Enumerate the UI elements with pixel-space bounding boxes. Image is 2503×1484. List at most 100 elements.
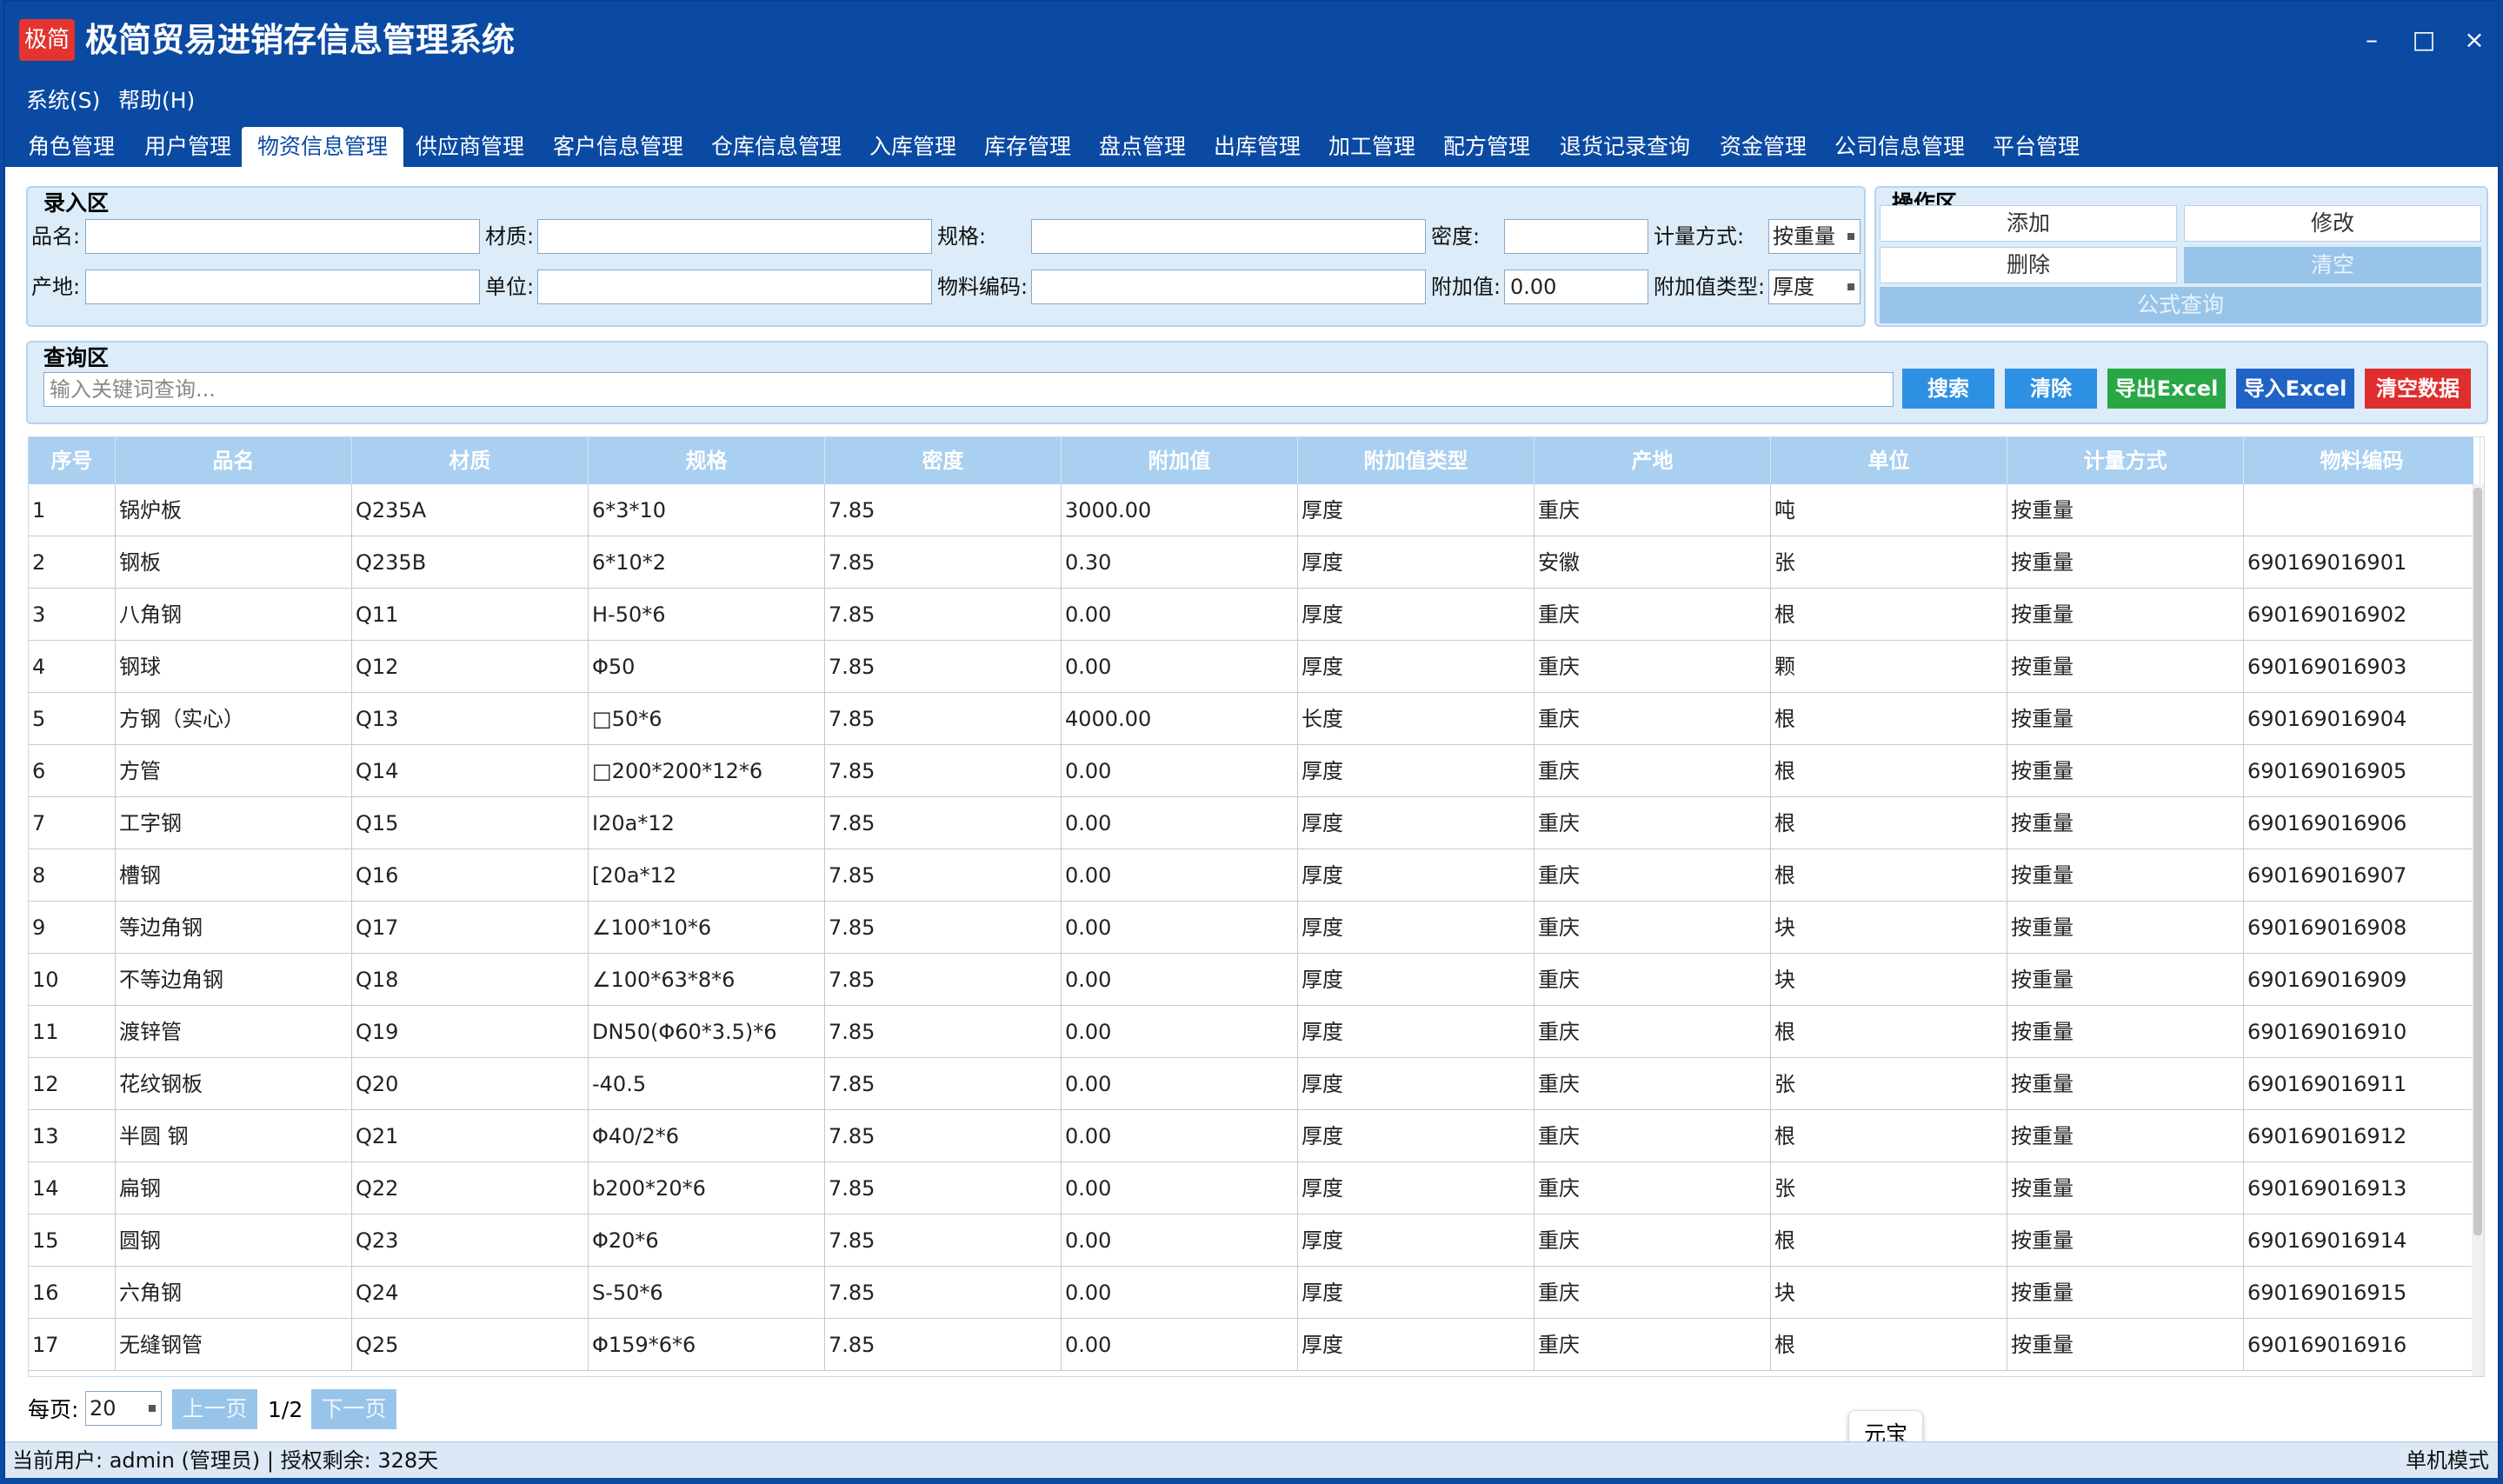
tab-role-management[interactable]: 角色管理 (12, 127, 130, 167)
entry-group-title: 录入区 (43, 190, 110, 216)
table-cell: 690169016912 (2244, 1110, 2480, 1162)
column-header[interactable]: 密度 (825, 437, 1062, 484)
tab-outbound[interactable]: 出库管理 (1198, 127, 1316, 167)
tab-supplier-management[interactable]: 供应商管理 (400, 127, 540, 167)
column-header[interactable]: 材质 (352, 437, 589, 484)
title-bar: 极简 极简贸易进销存信息管理系统 – □ × (5, 2, 2498, 78)
materials-table[interactable]: 序号 品名 材质 规格 密度 附加值 附加值类型 产地 单位 计量方式 物料编码 1 锅炉板 Q235A… (28, 436, 2485, 1377)
edit-button[interactable]: 修改 (2184, 205, 2481, 242)
table-cell: 张 (1771, 536, 2007, 589)
column-header[interactable]: 单位 (1771, 437, 2007, 484)
spec-input[interactable] (1031, 219, 1426, 254)
table-cell: 12 (29, 1058, 116, 1110)
search-button[interactable]: 搜索 (1902, 369, 1994, 409)
name-input[interactable] (85, 219, 480, 254)
table-row[interactable]: 9 等边角钢 Q17 ∠100*10*6 7.85 0.00 厚度 重庆块按重量 6901690… (29, 902, 2480, 954)
app-title: 极简贸易进销存信息管理系统 (85, 21, 516, 59)
table-cell: 厚度 (1298, 1267, 1534, 1319)
table-row[interactable]: 6 方管 Q14 □200*200*12*6 7.85 0.00 厚度 重庆根按重量 69016… (29, 745, 2480, 797)
tab-formula[interactable]: 配方管理 (1428, 127, 1546, 167)
add-button[interactable]: 添加 (1880, 205, 2177, 242)
table-row[interactable]: 1 锅炉板 Q235A 6*3*10 7.85 3000.00 厚度 重庆吨按重量 (29, 484, 2480, 536)
addval-input[interactable]: 0.00 (1504, 270, 1648, 304)
prev-page-button[interactable]: 上一页 (172, 1389, 257, 1429)
vertical-scrollbar[interactable] (2472, 484, 2484, 1376)
code-input[interactable] (1031, 270, 1426, 304)
table-cell: 13 (29, 1110, 116, 1162)
density-input[interactable] (1504, 219, 1648, 254)
column-header[interactable]: 序号 (29, 437, 116, 484)
tab-material-info[interactable]: 物资信息管理 (242, 127, 404, 167)
clear-button[interactable]: 清空 (2184, 247, 2481, 283)
close-button[interactable]: × (2455, 23, 2493, 57)
table-cell: 按重量 (2007, 1058, 2244, 1110)
tab-warehouse-info[interactable]: 仓库信息管理 (696, 127, 857, 167)
table-cell: 0.00 (1062, 1162, 1298, 1214)
measure-select[interactable]: 按重量 (1768, 219, 1861, 254)
table-row[interactable]: 13 半圆 钢 Q21 Φ40/2*6 7.85 0.00 厚度 重庆根按重量 69016901… (29, 1110, 2480, 1162)
tab-company-info[interactable]: 公司信息管理 (1819, 127, 1980, 167)
table-cell: 不等边角钢 (116, 954, 352, 1006)
import-excel-button[interactable]: 导入Excel (2236, 369, 2354, 409)
table-row[interactable]: 7 工字钢 Q15 I20a*12 7.85 0.00 厚度 重庆根按重量 6901690169… (29, 797, 2480, 849)
column-header[interactable]: 附加值类型 (1298, 437, 1534, 484)
table-row[interactable]: 10 不等边角钢 Q18 ∠100*63*8*6 7.85 0.00 厚度 重庆块按重量 690… (29, 954, 2480, 1006)
tab-user-management[interactable]: 用户管理 (129, 127, 247, 167)
table-row[interactable]: 17 无缝钢管 Q25 Φ159*6*6 7.85 0.00 厚度 重庆根按重量 6901690… (29, 1319, 2480, 1371)
column-header[interactable]: 计量方式 (2007, 437, 2244, 484)
table-row[interactable]: 4 钢球 Q12 Φ50 7.85 0.00 厚度 重庆颗按重量 690169016903 (29, 641, 2480, 693)
table-row[interactable]: 12 花纹钢板 Q20 -40.5 7.85 0.00 厚度 重庆张按重量 6901690169… (29, 1058, 2480, 1110)
table-cell: 7.85 (825, 1319, 1062, 1371)
table-row[interactable]: 11 渡锌管 Q19 DN50(Φ60*3.5)*6 7.85 0.00 厚度 重庆根按重量 6… (29, 1006, 2480, 1058)
column-header[interactable]: 附加值 (1062, 437, 1298, 484)
table-row[interactable]: 5 方钢（实心） Q13 □50*6 7.85 4000.00 长度 重庆根按重量 690169… (29, 693, 2480, 745)
per-page-select[interactable]: 20 (85, 1391, 162, 1426)
table-cell: Q12 (352, 641, 589, 693)
table-cell: Q16 (352, 849, 589, 902)
column-header[interactable]: 规格 (589, 437, 825, 484)
table-row[interactable]: 15 圆钢 Q23 Φ20*6 7.85 0.00 厚度 重庆根按重量 690169016914 (29, 1214, 2480, 1267)
table-row[interactable]: 14 扁钢 Q22 b200*20*6 7.85 0.00 厚度 重庆张按重量 69016901… (29, 1162, 2480, 1214)
table-row[interactable]: 3 八角钢 Q11 H-50*6 7.85 0.00 厚度 重庆根按重量 69016901690… (29, 589, 2480, 641)
menu-help[interactable]: 帮助(H) (118, 85, 195, 116)
table-cell: 重庆 (1534, 641, 1771, 693)
minimize-button[interactable]: – (2353, 23, 2391, 57)
menu-system[interactable]: 系统(S) (26, 85, 100, 116)
tab-inventory[interactable]: 库存管理 (969, 127, 1087, 167)
table-row[interactable]: 16 六角钢 Q24 S-50*6 7.85 0.00 厚度 重庆块按重量 6901690169… (29, 1267, 2480, 1319)
tab-funds[interactable]: 资金管理 (1704, 127, 1822, 167)
column-header[interactable]: 产地 (1534, 437, 1771, 484)
delete-button[interactable]: 删除 (1880, 247, 2177, 283)
reset-button[interactable]: 清除 (2005, 369, 2097, 409)
table-cell: Q17 (352, 902, 589, 954)
status-user: 当前用户: admin (管理员) | 授权剩余: 328天 (12, 1448, 439, 1473)
tab-customer-info[interactable]: 客户信息管理 (537, 127, 699, 167)
export-excel-button[interactable]: 导出Excel (2107, 369, 2226, 409)
tab-platform[interactable]: 平台管理 (1977, 127, 2095, 167)
table-cell: 按重量 (2007, 1267, 2244, 1319)
table-row[interactable]: 8 槽钢 Q16 [20a*12 7.85 0.00 厚度 重庆根按重量 69016901690… (29, 849, 2480, 902)
table-cell: 渡锌管 (116, 1006, 352, 1058)
status-bar: 当前用户: admin (管理员) | 授权剩余: 328天 单机模式 (5, 1441, 2498, 1478)
origin-input[interactable] (85, 270, 480, 304)
table-cell: 690169016907 (2244, 849, 2480, 902)
next-page-button[interactable]: 下一页 (311, 1389, 396, 1429)
column-header[interactable]: 物料编码 (2244, 437, 2480, 484)
table-cell: 按重量 (2007, 1319, 2244, 1371)
tab-inbound[interactable]: 入库管理 (854, 127, 972, 167)
column-header[interactable]: 品名 (116, 437, 352, 484)
tab-stocktake[interactable]: 盘点管理 (1083, 127, 1202, 167)
clear-data-button[interactable]: 清空数据 (2365, 369, 2471, 409)
table-cell: 厚度 (1298, 1162, 1534, 1214)
addtype-select[interactable]: 厚度 (1768, 270, 1861, 304)
maximize-button[interactable]: □ (2405, 23, 2443, 57)
tab-processing[interactable]: 加工管理 (1313, 127, 1431, 167)
unit-input[interactable] (537, 270, 932, 304)
table-cell: 690169016908 (2244, 902, 2480, 954)
scrollbar-thumb[interactable] (2473, 488, 2482, 1235)
tab-return-records[interactable]: 退货记录查询 (1544, 127, 1706, 167)
table-row[interactable]: 2 钢板 Q235B 6*10*2 7.85 0.30 厚度 安徽张按重量 6901690169… (29, 536, 2480, 589)
material-input[interactable] (537, 219, 932, 254)
search-input[interactable]: 输入关键词查询... (43, 372, 1894, 407)
formula-query-button[interactable]: 公式查询 (1880, 287, 2481, 323)
